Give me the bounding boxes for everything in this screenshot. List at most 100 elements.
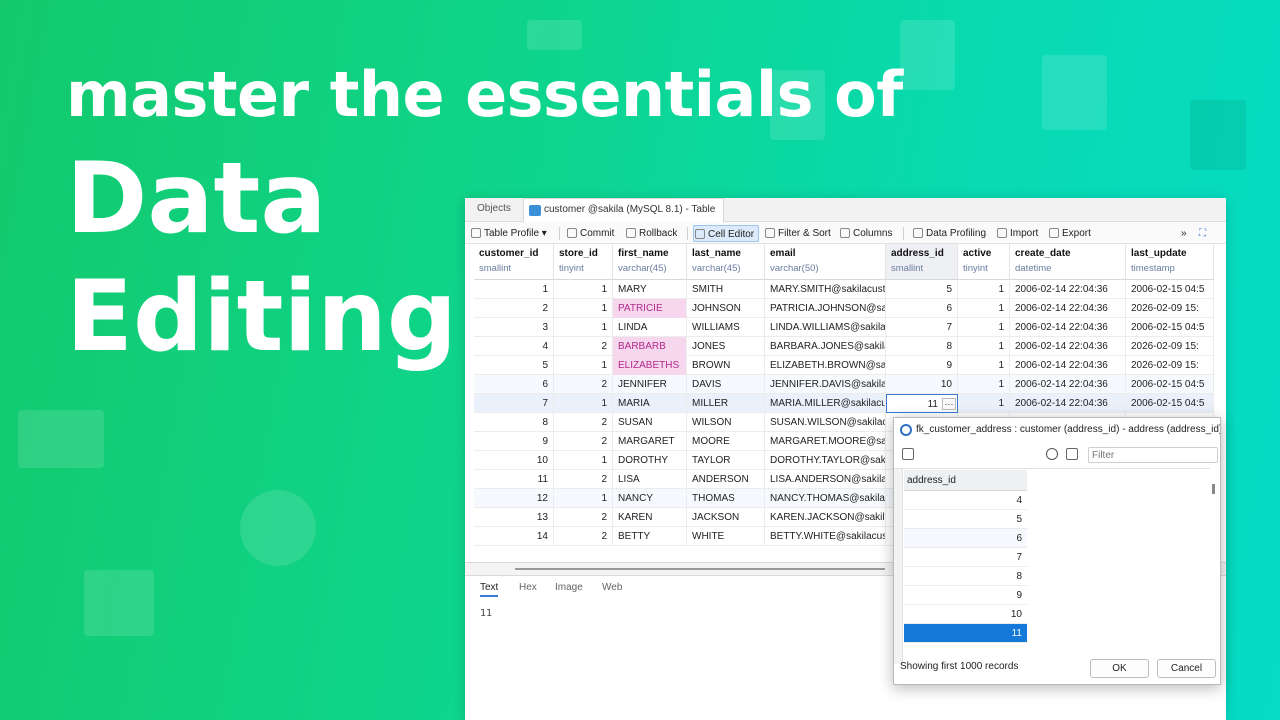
cell-email[interactable]: BARBARA.JONES@sakilac <box>765 337 886 356</box>
column-header-first-name[interactable]: first_name varchar(45) <box>613 244 687 280</box>
cell-customer-id[interactable]: 14 <box>474 527 554 546</box>
cell-editor-button[interactable]: Cell Editor <box>693 225 760 242</box>
cell-store-id[interactable]: 1 <box>554 394 613 413</box>
cell-email[interactable]: SUSAN.WILSON@sakilacu <box>765 413 886 432</box>
cell-store-id[interactable]: 1 <box>554 356 613 375</box>
table-row[interactable]: 4 2 BARBARB JONES BARBARA.JONES@sakilac 8 1 200… <box>474 337 1214 356</box>
cell-first-name[interactable]: KAREN <box>613 508 687 527</box>
cell-last-name[interactable]: JONES <box>687 337 765 356</box>
column-header-active[interactable]: active tinyint <box>958 244 1010 280</box>
export-button[interactable]: Export <box>1048 225 1091 242</box>
table-row[interactable]: 7 1 MARIA MILLER MARIA.MILLER@sakilacus 11 ···… <box>474 394 1214 413</box>
cell-email[interactable]: MARIA.MILLER@sakilacus <box>765 394 886 413</box>
cell-first-name[interactable]: DOROTHY <box>613 451 687 470</box>
cell-active[interactable]: 1 <box>958 394 1010 413</box>
cell-email[interactable]: BETTY.WHITE@sakilacust <box>765 527 886 546</box>
cell-address-id[interactable]: 8 <box>886 337 958 356</box>
cell-active[interactable]: 1 <box>958 280 1010 299</box>
cell-active[interactable]: 1 <box>958 299 1010 318</box>
commit-button[interactable]: Commit <box>566 225 614 242</box>
table-profile-button[interactable]: Table Profile ▾ <box>470 225 547 242</box>
cell-last-name[interactable]: DAVIS <box>687 375 765 394</box>
popup-list-item[interactable]: 8 <box>904 567 1027 586</box>
cell-email[interactable]: MARY.SMITH@sakilacusto <box>765 280 886 299</box>
cell-customer-id[interactable]: 9 <box>474 432 554 451</box>
cell-first-name[interactable]: ELIZABETHS <box>613 356 687 375</box>
cell-email[interactable]: NANCY.THOMAS@sakilac <box>765 489 886 508</box>
cell-email[interactable]: LINDA.WILLIAMS@sakilac <box>765 318 886 337</box>
cell-first-name[interactable]: BARBARB <box>613 337 687 356</box>
cell-create-date[interactable]: 2006-02-14 22:04:36 <box>1010 337 1126 356</box>
cell-last-name[interactable]: MILLER <box>687 394 765 413</box>
cell-store-id[interactable]: 2 <box>554 337 613 356</box>
cell-customer-id[interactable]: 3 <box>474 318 554 337</box>
cell-last-name[interactable]: ANDERSON <box>687 470 765 489</box>
cell-store-id[interactable]: 1 <box>554 318 613 337</box>
cell-create-date[interactable]: 2006-02-14 22:04:36 <box>1010 356 1126 375</box>
maximize-icon[interactable]: ⛶ <box>1197 225 1206 242</box>
cell-last-update[interactable]: 2006-02-15 04:5 <box>1126 318 1214 337</box>
cell-active[interactable]: 1 <box>958 375 1010 394</box>
cell-first-name[interactable]: SUSAN <box>613 413 687 432</box>
import-button[interactable]: Import <box>996 225 1038 242</box>
grid-view-icon[interactable] <box>1066 448 1078 460</box>
cell-last-name[interactable]: THOMAS <box>687 489 765 508</box>
panel-toggle-icon[interactable] <box>902 448 914 460</box>
cell-email[interactable]: ELIZABETH.BROWN@saki <box>765 356 886 375</box>
column-header-store-id[interactable]: store_id tinyint <box>554 244 613 280</box>
cell-email[interactable]: PATRICIA.JOHNSON@saki <box>765 299 886 318</box>
cell-create-date[interactable]: 2006-02-14 22:04:36 <box>1010 280 1126 299</box>
more-icon[interactable]: » <box>1179 225 1187 242</box>
rollback-button[interactable]: Rollback <box>625 225 677 242</box>
popup-list-item[interactable]: 7 <box>904 548 1027 567</box>
popup-list-item[interactable]: 9 <box>904 586 1027 605</box>
cell-store-id[interactable]: 2 <box>554 413 613 432</box>
filter-sort-button[interactable]: Filter & Sort <box>764 225 831 242</box>
refresh-icon[interactable] <box>1046 448 1058 460</box>
cell-store-id[interactable]: 1 <box>554 489 613 508</box>
cell-store-id[interactable]: 1 <box>554 451 613 470</box>
table-row[interactable]: 1 1 MARY SMITH MARY.SMITH@sakilacusto 5 1 2006-… <box>474 280 1214 299</box>
cell-active[interactable]: 1 <box>958 318 1010 337</box>
cell-customer-id[interactable]: 12 <box>474 489 554 508</box>
cell-active[interactable]: 1 <box>958 337 1010 356</box>
cell-first-name[interactable]: JENNIFER <box>613 375 687 394</box>
popup-list-item[interactable]: 6 <box>904 529 1027 548</box>
table-row[interactable]: 6 2 JENNIFER DAVIS JENNIFER.DAVIS@sakilacu 10… <box>474 375 1214 394</box>
cell-create-date[interactable]: 2006-02-14 22:04:36 <box>1010 299 1126 318</box>
cell-first-name[interactable]: BETTY <box>613 527 687 546</box>
viewer-tab-hex[interactable]: Hex <box>519 582 537 593</box>
cell-customer-id[interactable]: 7 <box>474 394 554 413</box>
cell-store-id[interactable]: 1 <box>554 299 613 318</box>
cell-address-id[interactable]: 6 <box>886 299 958 318</box>
cell-last-update[interactable]: 2026-02-09 15: <box>1126 337 1214 356</box>
cell-last-name[interactable]: WILLIAMS <box>687 318 765 337</box>
cell-email[interactable]: MARGARET.MOORE@saki <box>765 432 886 451</box>
cell-first-name[interactable]: MARIA <box>613 394 687 413</box>
cell-last-name[interactable]: SMITH <box>687 280 765 299</box>
cell-last-update[interactable]: 2006-02-15 04:5 <box>1126 280 1214 299</box>
cell-store-id[interactable]: 2 <box>554 508 613 527</box>
viewer-tab-image[interactable]: Image <box>555 582 583 593</box>
cell-create-date[interactable]: 2006-02-14 22:04:36 <box>1010 318 1126 337</box>
column-header-create-date[interactable]: create_date datetime <box>1010 244 1126 280</box>
column-header-last-update[interactable]: last_update timestamp <box>1126 244 1214 280</box>
cell-create-date[interactable]: 2006-02-14 22:04:36 <box>1010 375 1126 394</box>
cell-address-id[interactable]: 10 <box>886 375 958 394</box>
ok-button[interactable]: OK <box>1090 659 1149 678</box>
cell-first-name[interactable]: MARGARET <box>613 432 687 451</box>
cell-last-name[interactable]: JACKSON <box>687 508 765 527</box>
cell-customer-id[interactable]: 10 <box>474 451 554 470</box>
table-row[interactable]: 5 1 ELIZABETHS BROWN ELIZABETH.BROWN@saki 9 1 2… <box>474 356 1214 375</box>
cell-address-id[interactable]: 7 <box>886 318 958 337</box>
cell-customer-id[interactable]: 5 <box>474 356 554 375</box>
cell-last-name[interactable]: BROWN <box>687 356 765 375</box>
cell-store-id[interactable]: 2 <box>554 527 613 546</box>
cell-active[interactable]: 1 <box>958 356 1010 375</box>
cell-viewer-value[interactable]: 11 <box>480 608 492 619</box>
cell-store-id[interactable]: 2 <box>554 432 613 451</box>
popup-list-item[interactable]: 10 <box>904 605 1027 624</box>
column-header-customer-id[interactable]: customer_id smallint <box>474 244 554 280</box>
cell-create-date[interactable]: 2006-02-14 22:04:36 <box>1010 394 1126 413</box>
popup-list-item[interactable]: 5 <box>904 510 1027 529</box>
